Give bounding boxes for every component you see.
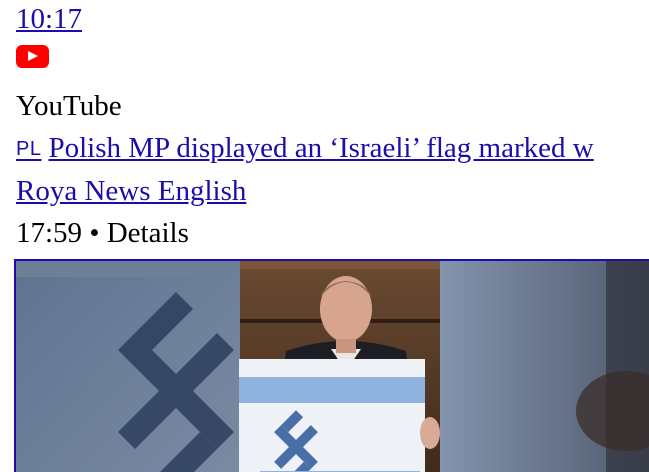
search-result-video: 10:17 YouTube PL Polish MP displayed an ‘… (16, 0, 649, 250)
video-title-link[interactable]: PL Polish MP displayed an ‘Israeli’ flag … (16, 131, 649, 166)
meta-separator: • (89, 217, 100, 249)
sign-stripe-top (239, 377, 425, 403)
person-neck (336, 339, 356, 353)
video-timestamp-link[interactable]: 10:17 (16, 2, 649, 36)
video-title: Polish MP displayed an ‘Israeli’ flag ma… (48, 132, 594, 164)
source-name: YouTube (16, 90, 122, 122)
youtube-play-icon (16, 45, 49, 68)
wall-trim (240, 261, 440, 269)
language-badge: PL (16, 138, 42, 160)
held-sign (239, 359, 425, 472)
video-duration: 17:59 (16, 217, 83, 249)
details-link[interactable]: Details (107, 217, 189, 249)
video-meta: 17:59 • Details (16, 216, 649, 250)
person-head (320, 276, 372, 342)
left-panel-band (16, 261, 240, 277)
video-thumbnail[interactable] (14, 259, 649, 472)
person-hand (420, 417, 440, 449)
channel-link[interactable]: Roya News English (16, 174, 649, 208)
thumbnail-image (16, 261, 649, 472)
